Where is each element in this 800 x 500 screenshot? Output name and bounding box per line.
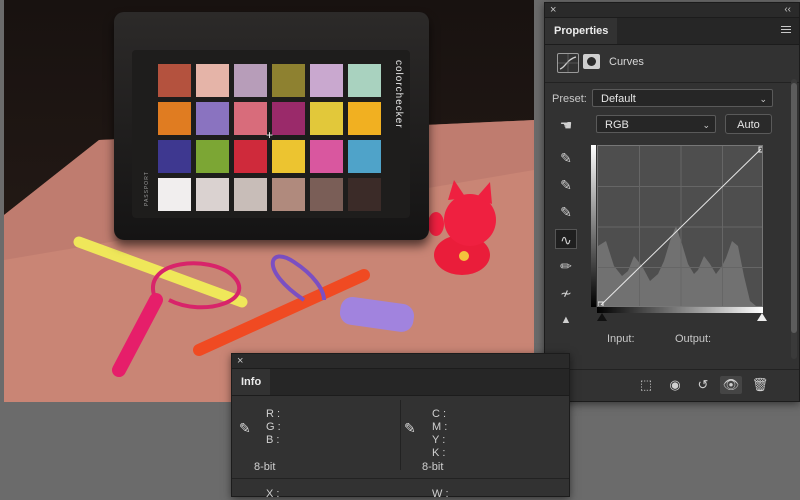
preset-select[interactable]: Default ⌄ bbox=[592, 89, 773, 107]
info-k-label: K : bbox=[432, 447, 446, 459]
color-swatch bbox=[196, 178, 229, 211]
info-c-label: C : bbox=[432, 408, 447, 420]
view-previous-state-icon[interactable]: ◉ bbox=[664, 376, 686, 394]
info-g-label: G : bbox=[266, 421, 281, 433]
output-gradient-bar bbox=[591, 145, 596, 307]
clipping-warning-icon[interactable]: ▲ bbox=[555, 310, 577, 330]
channel-value: RGB bbox=[605, 119, 629, 131]
properties-titlebar: × ‹‹ bbox=[545, 3, 799, 18]
info-x-label: X : bbox=[266, 488, 280, 500]
gray-point-eyedropper-icon[interactable]: ✎ bbox=[555, 175, 577, 195]
tab-info[interactable]: Info bbox=[232, 369, 271, 395]
close-icon[interactable]: × bbox=[550, 3, 556, 17]
pencil-draw-icon[interactable]: ✏ bbox=[555, 256, 577, 276]
curve-point-tool-icon[interactable]: ∿ bbox=[555, 229, 577, 249]
color-swatch bbox=[310, 102, 343, 135]
visibility-eye-icon[interactable]: 👁 bbox=[720, 376, 742, 394]
info-y-label: Y : bbox=[432, 434, 446, 446]
info-panel: × Info ✎ R : G : B : 8-bit ✎ C : M : Y :… bbox=[231, 353, 570, 500]
colorchecker-brand-text: colorchecker bbox=[393, 60, 404, 129]
curves-adjustment-icon[interactable] bbox=[557, 53, 579, 73]
document-canvas[interactable]: colorchecker PASSPORT + bbox=[4, 0, 534, 402]
info-bitdepth-right: 8-bit bbox=[422, 461, 444, 473]
info-titlebar: × bbox=[232, 354, 569, 369]
channel-select[interactable]: RGB ⌄ bbox=[596, 115, 716, 133]
color-swatch bbox=[348, 178, 381, 211]
color-swatch bbox=[234, 178, 267, 211]
divider bbox=[545, 82, 799, 83]
info-b-label: B : bbox=[266, 434, 280, 446]
delete-trash-icon[interactable]: 🗑 bbox=[749, 376, 771, 394]
input-label: Input: bbox=[607, 333, 635, 345]
adjustment-title: Curves bbox=[609, 56, 644, 68]
chevron-down-icon: ⌄ bbox=[702, 120, 710, 130]
properties-footer: ⬚ ◉ ↺ 👁 🗑 bbox=[545, 369, 799, 400]
close-icon[interactable]: × bbox=[237, 354, 243, 368]
info-divider-horizontal bbox=[232, 478, 569, 479]
color-swatch bbox=[158, 178, 191, 211]
collapse-icon[interactable]: ‹‹ bbox=[784, 3, 791, 17]
reset-icon[interactable]: ↺ bbox=[692, 376, 714, 394]
info-r-label: R : bbox=[266, 408, 281, 420]
clip-to-layer-icon[interactable]: ⬚ bbox=[635, 376, 657, 394]
rgb-eyedropper-icon[interactable]: ✎ bbox=[239, 420, 251, 437]
color-swatch bbox=[310, 140, 343, 173]
curves-graph[interactable] bbox=[597, 145, 763, 307]
layer-mask-icon[interactable] bbox=[583, 54, 600, 69]
preset-label: Preset: bbox=[552, 93, 587, 105]
info-divider bbox=[400, 400, 401, 470]
preset-value: Default bbox=[601, 93, 636, 105]
info-bitdepth-left: 8-bit bbox=[254, 461, 276, 473]
color-swatch bbox=[234, 64, 267, 97]
color-swatch bbox=[234, 140, 267, 173]
color-swatch bbox=[196, 102, 229, 135]
color-swatch bbox=[310, 178, 343, 211]
info-m-label: M : bbox=[432, 421, 448, 433]
properties-tabrow: Properties bbox=[545, 18, 799, 45]
color-swatch bbox=[310, 64, 343, 97]
info-w-label: W : bbox=[432, 488, 449, 500]
chevron-down-icon: ⌄ bbox=[759, 94, 767, 104]
info-tabrow: Info bbox=[232, 369, 569, 396]
color-swatch bbox=[348, 102, 381, 135]
adjustment-header: Curves bbox=[545, 45, 799, 75]
scrollbar-thumb[interactable] bbox=[791, 83, 797, 333]
info-readouts: ✎ R : G : B : 8-bit ✎ C : M : Y : K : 8-… bbox=[232, 398, 569, 500]
color-swatch bbox=[196, 140, 229, 173]
color-swatch bbox=[272, 64, 305, 97]
color-swatch bbox=[158, 102, 191, 135]
color-swatch bbox=[348, 140, 381, 173]
properties-panel: × ‹‹ Properties Curves Preset: Default ⌄… bbox=[544, 2, 800, 402]
input-gradient-bar bbox=[597, 307, 763, 313]
output-label: Output: bbox=[675, 333, 712, 345]
tab-properties[interactable]: Properties bbox=[545, 18, 618, 44]
color-swatch bbox=[272, 140, 305, 173]
black-input-slider[interactable] bbox=[597, 313, 607, 321]
cmyk-eyedropper-icon[interactable]: ✎ bbox=[404, 420, 416, 437]
color-swatch bbox=[158, 64, 191, 97]
white-point-eyedropper-icon[interactable]: ✎ bbox=[555, 202, 577, 222]
color-swatch bbox=[234, 102, 267, 135]
crosshair-cursor: + bbox=[266, 128, 274, 142]
color-swatch bbox=[348, 64, 381, 97]
curves-histogram bbox=[598, 146, 762, 306]
panel-menu-icon[interactable] bbox=[781, 26, 791, 35]
target-adjust-hand-icon[interactable]: ☚ bbox=[555, 115, 577, 135]
passport-side-text: PASSPORT bbox=[144, 171, 150, 206]
color-swatch bbox=[158, 140, 191, 173]
color-swatch bbox=[196, 64, 229, 97]
color-swatch bbox=[272, 102, 305, 135]
smooth-curve-icon[interactable]: ≁ bbox=[555, 283, 577, 303]
white-input-slider[interactable] bbox=[757, 313, 767, 321]
auto-button[interactable]: Auto bbox=[725, 114, 772, 134]
color-swatch bbox=[272, 178, 305, 211]
black-point-eyedropper-icon[interactable]: ✎ bbox=[555, 148, 577, 168]
